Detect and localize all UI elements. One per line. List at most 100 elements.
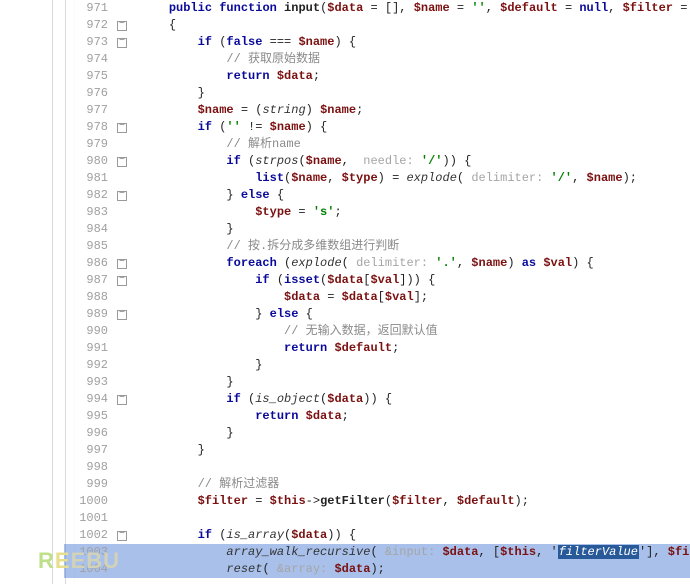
code-line[interactable]: 980− if (strpos($name, needle: '/')) { — [64, 153, 690, 170]
code-content[interactable]: return $data; — [140, 408, 690, 425]
token-pun: ; — [313, 69, 320, 83]
code-line[interactable]: 973− if (false === $name) { — [64, 34, 690, 51]
code-content[interactable]: // 解析过滤器 — [140, 476, 690, 493]
code-content[interactable]: reset( &array: $data); — [140, 561, 690, 578]
code-line[interactable]: 982− } else { — [64, 187, 690, 204]
code-content[interactable]: } — [140, 425, 690, 442]
code-content[interactable]: } — [140, 442, 690, 459]
line-number: 971 — [64, 0, 108, 17]
token-pun: [ — [378, 290, 385, 304]
code-content[interactable]: return $default; — [140, 340, 690, 357]
token-var: $default — [334, 341, 392, 355]
code-line[interactable]: 987− if (isset($data[$val])) { — [64, 272, 690, 289]
code-line[interactable]: 988 $data = $data[$val]; — [64, 289, 690, 306]
token-pun: = — [558, 1, 580, 15]
fold-toggle — [116, 442, 128, 459]
code-line[interactable]: 978− if ('' != $name) { — [64, 119, 690, 136]
token-pun: === — [270, 35, 299, 49]
code-line[interactable]: 1002− if (is_array($data)) { — [64, 527, 690, 544]
fold-toggle[interactable]: − — [116, 255, 128, 272]
code-line[interactable]: 983 $type = 's'; — [64, 204, 690, 221]
code-content[interactable]: if (false === $name) { — [140, 34, 690, 51]
code-area[interactable]: 971 public function input($data = [], $n… — [64, 0, 690, 584]
fold-toggle[interactable]: − — [116, 306, 128, 323]
code-content[interactable]: public function input($data = [], $name … — [140, 0, 690, 17]
code-line[interactable]: 997 } — [64, 442, 690, 459]
code-line[interactable]: 1004 reset( &array: $data); — [64, 561, 690, 578]
code-content[interactable]: // 解析name — [140, 136, 690, 153]
code-line[interactable]: 995 return $data; — [64, 408, 690, 425]
code-line[interactable]: 993 } — [64, 374, 690, 391]
code-line[interactable]: 989− } else { — [64, 306, 690, 323]
code-content[interactable]: { — [140, 17, 690, 34]
code-line[interactable]: 985 // 按.拆分成多维数组进行判断 — [64, 238, 690, 255]
code-content[interactable]: // 获取原始数据 — [140, 51, 690, 68]
token-str: '' — [226, 120, 240, 134]
fold-toggle — [116, 204, 128, 221]
token-pun: ( — [277, 273, 284, 287]
code-line[interactable]: 986− foreach (explode( delimiter: '.', $… — [64, 255, 690, 272]
line-number: 1003 — [64, 544, 108, 561]
code-line[interactable]: 990 // 无输入数据，返回默认值 — [64, 323, 690, 340]
code-content[interactable]: $type = 's'; — [140, 204, 690, 221]
code-content[interactable] — [140, 459, 690, 476]
token-var: $type — [342, 171, 378, 185]
code-line[interactable]: 975 return $data; — [64, 68, 690, 85]
token-pun: ( — [342, 256, 356, 270]
code-content[interactable]: } — [140, 374, 690, 391]
code-line[interactable]: 974 // 获取原始数据 — [64, 51, 690, 68]
code-line[interactable]: 999 // 解析过滤器 — [64, 476, 690, 493]
code-line[interactable]: 1003 array_walk_recursive( &input: $data… — [64, 544, 690, 561]
code-content[interactable]: list($name, $type) = explode( delimiter:… — [140, 170, 690, 187]
fold-toggle[interactable]: − — [116, 34, 128, 51]
code-content[interactable]: // 无输入数据，返回默认值 — [140, 323, 690, 340]
code-line[interactable]: 1001 — [64, 510, 690, 527]
token-kw: function — [219, 1, 284, 15]
token-fn: strpos — [255, 154, 298, 168]
token-str: 's' — [313, 205, 335, 219]
fold-toggle[interactable]: − — [116, 391, 128, 408]
token-pun: -> — [306, 494, 320, 508]
fold-toggle[interactable]: − — [116, 153, 128, 170]
code-content[interactable]: } — [140, 357, 690, 374]
token-kw: null — [579, 1, 608, 15]
code-line[interactable]: 998 — [64, 459, 690, 476]
code-content[interactable]: } else { — [140, 187, 690, 204]
code-line[interactable]: 972− { — [64, 17, 690, 34]
code-content[interactable]: if (is_array($data)) { — [140, 527, 690, 544]
fold-toggle[interactable]: − — [116, 17, 128, 34]
code-content[interactable]: if (is_object($data)) { — [140, 391, 690, 408]
code-line[interactable]: 971 public function input($data = [], $n… — [64, 0, 690, 17]
code-line[interactable]: 977 $name = (string) $name; — [64, 102, 690, 119]
code-content[interactable]: $name = (string) $name; — [140, 102, 690, 119]
fold-toggle[interactable]: − — [116, 187, 128, 204]
code-line[interactable]: 984 } — [64, 221, 690, 238]
code-line[interactable]: 1000 $filter = $this->getFilter($filter,… — [64, 493, 690, 510]
code-line[interactable]: 981 list($name, $type) = explode( delimi… — [64, 170, 690, 187]
fold-toggle[interactable]: − — [116, 119, 128, 136]
code-line[interactable]: 994− if (is_object($data)) { — [64, 391, 690, 408]
code-content[interactable]: } — [140, 85, 690, 102]
token-var: $name — [198, 103, 234, 117]
token-pun: , — [342, 154, 364, 168]
fold-toggle[interactable]: − — [116, 272, 128, 289]
code-content[interactable]: if ('' != $name) { — [140, 119, 690, 136]
code-line[interactable]: 991 return $default; — [64, 340, 690, 357]
token-pun: ); — [623, 171, 637, 185]
code-line[interactable]: 976 } — [64, 85, 690, 102]
code-content[interactable]: foreach (explode( delimiter: '.', $name)… — [140, 255, 690, 272]
code-content[interactable] — [140, 510, 690, 527]
code-content[interactable]: $data = $data[$val]; — [140, 289, 690, 306]
code-content[interactable]: $filter = $this->getFilter($filter, $def… — [140, 493, 690, 510]
code-content[interactable]: array_walk_recursive( &input: $data, [$t… — [140, 544, 690, 561]
code-content[interactable]: if (isset($data[$val])) { — [140, 272, 690, 289]
fold-toggle[interactable]: − — [116, 527, 128, 544]
code-line[interactable]: 992 } — [64, 357, 690, 374]
code-content[interactable]: // 按.拆分成多维数组进行判断 — [140, 238, 690, 255]
code-content[interactable]: } — [140, 221, 690, 238]
code-content[interactable]: } else { — [140, 306, 690, 323]
code-line[interactable]: 996 } — [64, 425, 690, 442]
code-content[interactable]: if (strpos($name, needle: '/')) { — [140, 153, 690, 170]
code-content[interactable]: return $data; — [140, 68, 690, 85]
code-line[interactable]: 979 // 解析name — [64, 136, 690, 153]
